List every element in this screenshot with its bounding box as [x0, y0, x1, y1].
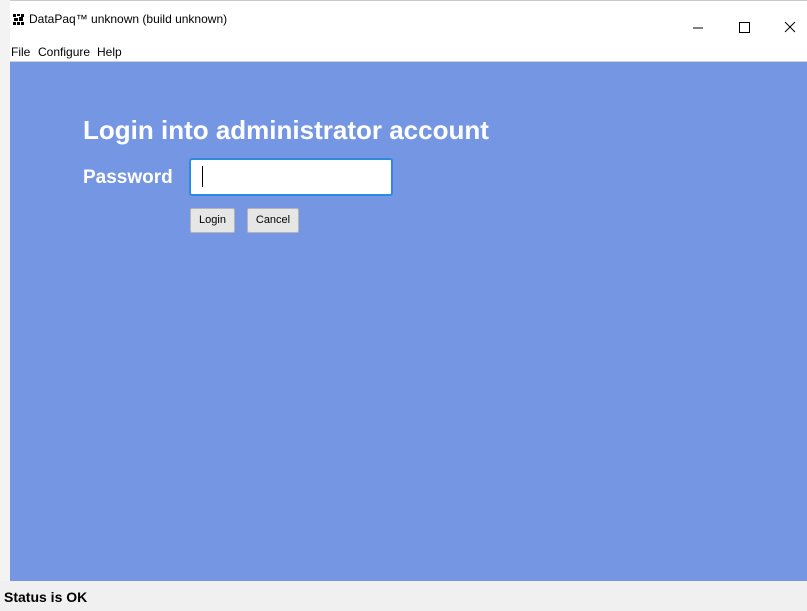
window-title: DataPaq™ unknown (build unknown)	[29, 12, 228, 26]
login-button[interactable]: Login	[190, 208, 235, 233]
login-panel: Login into administrator account Passwor…	[10, 62, 807, 581]
status-bar: Status is OK	[0, 581, 807, 611]
menu-bar: File Configure Help	[10, 42, 807, 62]
password-input[interactable]	[189, 158, 393, 196]
datapaq-logo-icon	[13, 12, 24, 25]
maximize-button[interactable]	[721, 1, 767, 43]
menu-configure[interactable]: Configure	[38, 45, 90, 59]
menu-help[interactable]: Help	[97, 45, 122, 59]
text-cursor	[202, 166, 203, 187]
menu-file[interactable]: File	[11, 45, 30, 59]
window-left-edge	[0, 0, 10, 611]
close-button[interactable]	[767, 1, 807, 43]
status-text: Status is OK	[4, 589, 88, 605]
title-bar[interactable]: DataPaq™ unknown (build unknown)	[10, 0, 807, 42]
minimize-button[interactable]	[675, 1, 721, 43]
page-title: Login into administrator account	[83, 115, 489, 145]
application-window: DataPaq™ unknown (build unknown) File Co…	[0, 0, 807, 611]
password-label: Password	[83, 167, 173, 188]
cancel-button[interactable]: Cancel	[247, 208, 299, 233]
